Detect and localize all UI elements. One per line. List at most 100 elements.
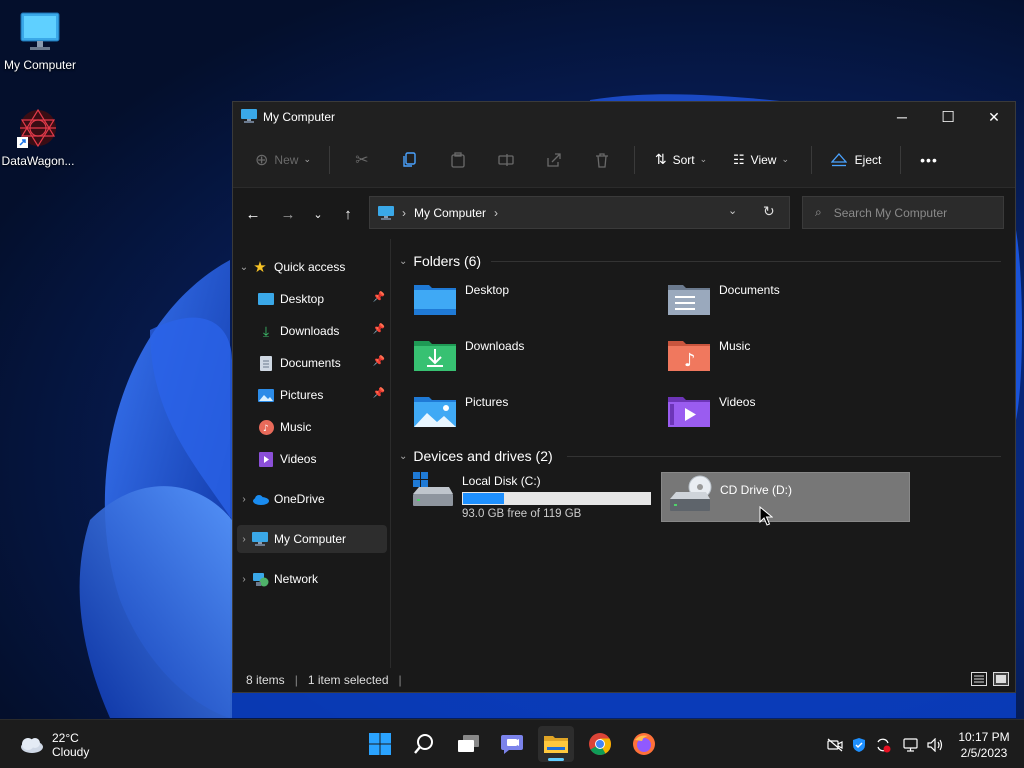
meet-now-icon[interactable] bbox=[826, 736, 844, 754]
command-bar: ⊕ New ⌄ ✂ ⇅ Sort ⌄ ☷ View ⌄ Eject ••• bbox=[233, 132, 1015, 188]
group-title: Folders (6) bbox=[413, 253, 482, 269]
details-view-icon bbox=[974, 675, 984, 683]
tiles-view-icon bbox=[996, 675, 1006, 683]
clock[interactable]: 10:17 PM 2/5/2023 bbox=[954, 729, 1014, 761]
maximize-button[interactable]: ☐ bbox=[925, 102, 971, 132]
sidebar-item-music[interactable]: ♪ Music bbox=[237, 413, 387, 441]
navigation-pane: ⌄ ★ Quick access Desktop 📌 ⤓ Downloads 📌… bbox=[233, 239, 391, 668]
pin-icon: 📌 bbox=[372, 356, 385, 367]
monitor-icon bbox=[18, 10, 62, 54]
folders-group-header[interactable]: ⌄ Folders (6) bbox=[399, 253, 481, 269]
chrome-button[interactable] bbox=[582, 726, 618, 762]
new-button[interactable]: ⊕ New ⌄ bbox=[245, 144, 321, 176]
drive-local-disk-c[interactable]: Local Disk (C:) 93.0 GB free of 119 GB bbox=[411, 472, 655, 522]
folder-documents[interactable]: Documents bbox=[667, 279, 907, 327]
folder-pictures[interactable]: Pictures bbox=[413, 391, 653, 439]
security-shield-icon[interactable] bbox=[850, 736, 868, 754]
chevron-down-icon: ⌄ bbox=[313, 208, 323, 221]
desktop-folder-icon bbox=[413, 279, 457, 317]
download-icon: ⤓ bbox=[262, 322, 270, 339]
copy-icon bbox=[403, 151, 416, 167]
desktop-icon bbox=[257, 291, 275, 307]
update-sync-icon[interactable] bbox=[874, 736, 892, 754]
task-view-button[interactable] bbox=[451, 726, 487, 762]
network-icon[interactable] bbox=[902, 736, 920, 754]
sidebar-item-my-computer[interactable]: › My Computer bbox=[237, 525, 387, 553]
toolbar-separator bbox=[634, 145, 635, 174]
folder-downloads[interactable]: Downloads bbox=[413, 335, 653, 383]
sidebar-item-label: My Computer bbox=[274, 532, 347, 546]
copy-button[interactable] bbox=[386, 144, 434, 176]
share-button[interactable] bbox=[530, 144, 578, 176]
recent-locations-button[interactable]: ⌄ bbox=[306, 202, 330, 226]
delete-button[interactable] bbox=[578, 144, 626, 176]
up-button[interactable]: ↑ bbox=[336, 202, 360, 226]
cut-button[interactable]: ✂ bbox=[338, 144, 386, 176]
chevron-down-icon: ⌄ bbox=[303, 154, 311, 164]
mouse-cursor-icon bbox=[759, 506, 773, 526]
title-bar[interactable]: My Computer ─ ☐ ✕ bbox=[233, 102, 1015, 132]
pin-icon: 📌 bbox=[372, 388, 385, 399]
address-history-button[interactable]: ⌄ bbox=[728, 204, 737, 217]
drive-name: CD Drive (D:) bbox=[720, 483, 792, 497]
sidebar-item-network[interactable]: › Network bbox=[237, 565, 387, 593]
chevron-down-icon: ⌄ bbox=[699, 154, 708, 164]
arrow-up-icon: ↑ bbox=[344, 205, 352, 223]
more-icon: ••• bbox=[920, 151, 938, 168]
sidebar-item-desktop[interactable]: Desktop 📌 bbox=[237, 285, 387, 313]
sort-button[interactable]: ⇅ Sort ⌄ bbox=[643, 144, 719, 176]
minimize-button[interactable]: ─ bbox=[879, 102, 925, 132]
monitor-icon bbox=[378, 205, 394, 220]
close-icon: ✕ bbox=[988, 108, 1000, 125]
chevron-right-icon: › bbox=[242, 533, 246, 545]
pin-icon: 📌 bbox=[372, 292, 385, 303]
drive-usage-bar bbox=[462, 492, 651, 505]
desktop-icon-datawagon[interactable]: DataWagon... bbox=[0, 106, 78, 168]
start-button[interactable] bbox=[362, 726, 398, 762]
refresh-button[interactable]: ↻ bbox=[763, 203, 775, 220]
forward-button[interactable]: → bbox=[276, 202, 300, 226]
group-title: Devices and drives (2) bbox=[413, 448, 553, 464]
window-title: My Computer bbox=[263, 110, 336, 124]
sidebar-item-videos[interactable]: Videos bbox=[237, 445, 387, 473]
search-taskbar-button[interactable] bbox=[406, 726, 442, 762]
more-options-button[interactable]: ••• bbox=[909, 144, 949, 176]
item-count: 8 items bbox=[246, 673, 285, 687]
address-bar[interactable]: › My Computer › ⌄ ↻ bbox=[369, 196, 790, 229]
drive-cd-d[interactable]: CD Drive (D:) bbox=[661, 472, 910, 522]
eject-button[interactable]: Eject bbox=[820, 144, 892, 176]
folder-music[interactable]: ♪ Music bbox=[667, 335, 907, 383]
close-button[interactable]: ✕ bbox=[971, 102, 1017, 132]
paste-button[interactable] bbox=[434, 144, 482, 176]
file-explorer-taskbar-button[interactable] bbox=[538, 726, 574, 762]
firefox-icon bbox=[633, 733, 655, 755]
monitor-icon bbox=[241, 108, 257, 126]
desktop-icon-my-computer[interactable]: My Computer bbox=[0, 10, 80, 72]
view-button[interactable]: ☷ View ⌄ bbox=[719, 144, 803, 176]
weather-widget[interactable]: 22°C Cloudy bbox=[18, 730, 89, 760]
rename-button[interactable] bbox=[482, 144, 530, 176]
firefox-button[interactable] bbox=[626, 726, 662, 762]
folder-videos[interactable]: Videos bbox=[667, 391, 907, 439]
back-button[interactable]: ← bbox=[241, 202, 265, 226]
volume-icon[interactable] bbox=[926, 736, 944, 754]
navigation-bar: ← → ⌄ ↑ › My Computer › ⌄ ↻ ⌕ Search My … bbox=[233, 188, 1015, 238]
chat-button[interactable] bbox=[494, 726, 530, 762]
sidebar-item-quick-access[interactable]: ⌄ ★ Quick access bbox=[237, 253, 387, 281]
cloud-icon bbox=[251, 491, 269, 507]
sidebar-item-label: Downloads bbox=[280, 324, 340, 338]
tiles-view-button[interactable] bbox=[993, 672, 1009, 686]
breadcrumb-my-computer[interactable]: My Computer bbox=[414, 206, 486, 220]
sidebar-item-pictures[interactable]: Pictures 📌 bbox=[237, 381, 387, 409]
folder-desktop[interactable]: Desktop bbox=[413, 279, 653, 327]
document-icon bbox=[257, 355, 275, 371]
details-view-button[interactable] bbox=[971, 672, 987, 686]
drives-group-header[interactable]: ⌄ Devices and drives (2) bbox=[399, 448, 553, 464]
search-input[interactable]: ⌕ Search My Computer bbox=[802, 196, 1004, 229]
sidebar-item-downloads[interactable]: ⤓ Downloads 📌 bbox=[237, 317, 387, 345]
rename-icon bbox=[498, 153, 514, 166]
sidebar-item-documents[interactable]: Documents 📌 bbox=[237, 349, 387, 377]
sort-label: Sort bbox=[672, 152, 695, 167]
sidebar-item-onedrive[interactable]: › OneDrive bbox=[237, 485, 387, 513]
folder-name: Pictures bbox=[465, 395, 509, 409]
